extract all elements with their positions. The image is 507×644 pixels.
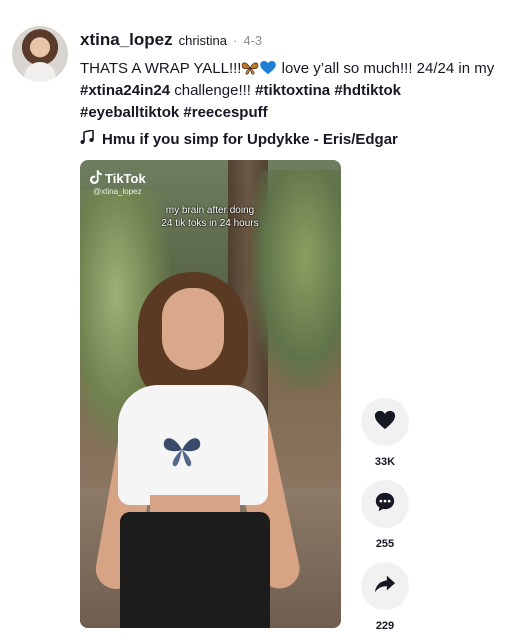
overlay-line: my brain after doing xyxy=(165,205,255,216)
hashtag-link[interactable]: #eyeballtiktok xyxy=(80,104,179,121)
blue-heart-emoji-icon xyxy=(259,60,277,75)
like-action[interactable]: 33K xyxy=(361,398,409,470)
caption-mid: challenge!!! xyxy=(170,82,256,99)
video-overlay-text: my brain after doing 24 tik toks in 24 h… xyxy=(140,204,280,230)
watermark-handle: @xtina_lopez xyxy=(93,187,142,196)
tiktok-watermark: TikTok @xtina_lopez xyxy=(90,170,146,196)
caption-text: THATS A WRAP YALL!!! xyxy=(80,60,242,77)
comment-count: 255 xyxy=(375,538,395,550)
avatar[interactable] xyxy=(12,26,68,82)
share-icon xyxy=(374,573,396,600)
hashtag-link[interactable]: #reecespuff xyxy=(183,104,267,121)
post-header: xtina_lopez christina · 4-3 THATS A WRAP… xyxy=(80,30,500,148)
like-count: 33K xyxy=(374,456,396,468)
author-row: xtina_lopez christina · 4-3 xyxy=(80,30,500,50)
video-player[interactable]: TikTok @xtina_lopez my brain after doing… xyxy=(80,160,341,628)
separator: · xyxy=(233,33,238,48)
shirt-butterfly-graphic xyxy=(163,438,201,467)
username-link[interactable]: xtina_lopez xyxy=(80,30,173,50)
comment-action[interactable]: 255 xyxy=(361,480,409,552)
nickname: christina xyxy=(178,33,228,48)
butterfly-emoji-icon xyxy=(241,60,259,75)
share-count: 229 xyxy=(375,620,395,632)
share-button[interactable] xyxy=(361,562,409,610)
music-note-icon xyxy=(80,129,94,148)
caption-text-2: love y’all so much!!! 24/24 in my xyxy=(277,60,495,77)
tiktok-logo-icon xyxy=(90,170,102,187)
heart-icon xyxy=(374,409,396,436)
hashtag-link[interactable]: #xtina24in24 xyxy=(80,82,170,99)
music-link[interactable]: Hmu if you simp for Updykke - Eris/Edgar xyxy=(80,129,500,148)
comment-button[interactable] xyxy=(361,480,409,528)
post-date: 4-3 xyxy=(243,33,263,48)
share-action[interactable]: 229 xyxy=(361,562,409,634)
tiktok-logo-text: TikTok xyxy=(105,171,146,186)
hashtag-link[interactable]: #hdtiktok xyxy=(334,82,401,99)
like-button[interactable] xyxy=(361,398,409,446)
action-bar: 33K 255 229 xyxy=(361,398,409,644)
comment-icon xyxy=(374,491,396,518)
post-caption: THATS A WRAP YALL!!! love y’all so much!… xyxy=(80,58,500,124)
hashtag-link[interactable]: #tiktoxtina xyxy=(255,82,330,99)
overlay-line: 24 tik toks in 24 hours xyxy=(161,218,259,229)
music-title: Hmu if you simp for Updykke - Eris/Edgar xyxy=(102,130,398,148)
